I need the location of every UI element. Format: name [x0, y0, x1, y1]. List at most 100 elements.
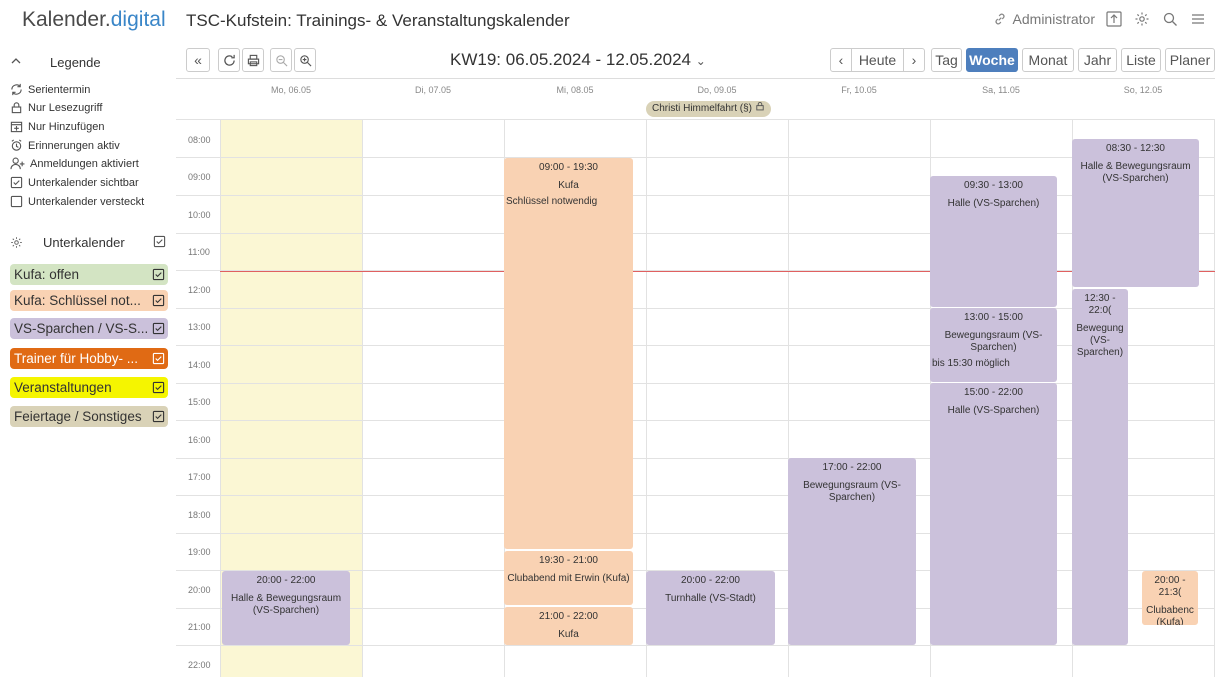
next-button[interactable]: › — [903, 48, 925, 72]
event[interactable]: 08:30 - 12:30 Halle & Bewegungsraum (VS-… — [1072, 139, 1199, 287]
view-label: Monat — [1028, 52, 1068, 68]
hour-label: 22:00 — [188, 660, 211, 670]
prev-button[interactable]: ‹ — [830, 48, 852, 72]
subcalendar-title: Unterkalender — [43, 234, 125, 250]
event[interactable]: 09:30 - 13:00 Halle (VS-Sparchen) — [930, 176, 1057, 307]
checkbox-checked-icon[interactable] — [152, 381, 165, 394]
event[interactable]: 17:00 - 22:00 Bewegungsraum (VS-Sparchen… — [788, 458, 916, 645]
double-chevron-left-icon[interactable]: « — [186, 48, 210, 72]
subcalendar-label: Kufa: offen — [14, 267, 80, 282]
legend-header[interactable]: Legende — [10, 52, 170, 72]
settings-icon[interactable] — [10, 236, 23, 249]
allday-event[interactable]: Christi Himmelfahrt (§) — [646, 101, 771, 117]
toggle-all-checkbox[interactable] — [153, 235, 166, 248]
search-icon[interactable] — [1161, 10, 1179, 28]
view-tag[interactable]: Tag — [931, 48, 962, 72]
event[interactable]: 15:00 - 22:00 Halle (VS-Sparchen) — [930, 383, 1057, 645]
event[interactable]: 20:00 - 21:3( Clubabenc (Kufa) — [1142, 571, 1198, 625]
view-woche[interactable]: Woche — [966, 48, 1018, 72]
view-label: Planer — [1169, 52, 1211, 68]
today-button[interactable]: Heute — [851, 48, 904, 72]
legend-label: Unterkalender versteckt — [28, 195, 145, 208]
event-title: Clubabend mit Erwin (Kufa) — [507, 573, 630, 584]
app-header: Kalender.digital TSC-Kufstein: Trainings… — [0, 0, 1215, 44]
day-header[interactable]: So, 12.05 — [1072, 85, 1214, 95]
event[interactable]: 20:00 - 22:00 Turnhalle (VS-Stadt) — [646, 571, 775, 645]
event-title: Turnhalle (VS-Stadt) — [665, 593, 756, 604]
day-header[interactable]: Fr, 10.05 — [788, 85, 930, 95]
subcalendar-veranstaltungen[interactable]: Veranstaltungen — [10, 377, 168, 398]
view-label: Woche — [969, 52, 1015, 68]
grid-line — [176, 645, 1215, 646]
subcalendar-feiertage[interactable]: Feiertage / Sonstiges — [10, 406, 168, 427]
legend-label: Nur Lesezugriff — [28, 101, 103, 114]
hour-label: 17:00 — [188, 472, 211, 482]
subcalendar-label: Trainer für Hobby- ... — [14, 351, 139, 366]
grid-line — [176, 308, 1215, 309]
app-logo[interactable]: Kalender.digital — [22, 8, 166, 32]
view-liste[interactable]: Liste — [1121, 48, 1161, 72]
event-title: Halle & Bewegungsraum (VS-Sparchen) — [230, 593, 342, 616]
checkbox-checked-icon[interactable] — [152, 268, 165, 281]
view-planer[interactable]: Planer — [1165, 48, 1215, 72]
checkbox-checked-icon — [10, 176, 23, 189]
calendar-plus-icon — [10, 121, 23, 133]
subcalendar-kufa-schluessel[interactable]: Kufa: Schlüssel not... — [10, 290, 168, 311]
export-icon[interactable] — [1105, 10, 1123, 28]
logo-main: Kalender. — [22, 8, 111, 31]
logo-accent: digital — [110, 8, 166, 31]
event[interactable]: 19:30 - 21:00 Clubabend mit Erwin (Kufa) — [504, 551, 633, 605]
subcalendar-kufa-offen[interactable]: Kufa: offen — [10, 264, 168, 285]
day-header[interactable]: Sa, 11.05 — [930, 85, 1072, 95]
chevron-up-icon[interactable] — [10, 55, 22, 70]
event-time: 09:00 - 19:30 — [539, 162, 598, 173]
event[interactable]: 20:00 - 22:00 Halle & Bewegungsraum (VS-… — [222, 571, 350, 645]
grid-line — [176, 533, 1215, 534]
legend-label: Anmeldungen aktiviert — [30, 157, 139, 170]
legend-item-repeat: Serientermin — [10, 83, 90, 96]
refresh-icon[interactable] — [218, 48, 240, 72]
event[interactable]: 09:00 - 19:30 Kufa Schlüssel notwendig — [504, 158, 633, 549]
legend-item-visible: Unterkalender sichtbar — [10, 176, 139, 189]
admin-link[interactable]: Administrator — [991, 10, 1095, 28]
hour-label: 20:00 — [188, 585, 211, 595]
legend-item-lock: Nur Lesezugriff — [10, 101, 102, 114]
grid-line — [362, 119, 363, 677]
event[interactable]: 13:00 - 15:00 Bewegungsraum (VS-Sparchen… — [930, 308, 1057, 382]
calendar-app: Kalender.digital TSC-Kufstein: Trainings… — [0, 0, 1215, 677]
day-header[interactable]: Mo, 06.05 — [220, 85, 362, 95]
zoom-out-icon[interactable] — [270, 48, 292, 72]
print-icon[interactable] — [242, 48, 264, 72]
week-grid: Mo, 06.05 Di, 07.05 Mi, 08.05 Do, 09.05 … — [176, 78, 1215, 677]
checkbox-checked-icon[interactable] — [152, 294, 165, 307]
view-monat[interactable]: Monat — [1022, 48, 1074, 72]
checkbox-checked-icon[interactable] — [152, 410, 165, 423]
zoom-in-icon[interactable] — [294, 48, 316, 72]
event[interactable]: 12:30 - 22:0( Bewegung (VS-Sparchen) — [1072, 289, 1128, 645]
day-header[interactable]: Mi, 08.05 — [504, 85, 646, 95]
event-time: 17:00 - 22:00 — [822, 462, 882, 473]
day-header[interactable]: Di, 07.05 — [362, 85, 504, 95]
subcalendar-trainer[interactable]: Trainer für Hobby- ... — [10, 348, 168, 369]
event-title: Clubabenc (Kufa) — [1146, 605, 1194, 625]
chevron-down-icon: ⌄ — [695, 54, 706, 68]
event-title: Kufa — [558, 629, 579, 640]
view-jahr[interactable]: Jahr — [1078, 48, 1117, 72]
event[interactable]: 21:00 - 22:00 Kufa — [504, 607, 633, 645]
day-header[interactable]: Do, 09.05 — [646, 85, 788, 95]
hour-label: 19:00 — [188, 547, 211, 557]
current-time-line — [220, 271, 1215, 272]
week-selector[interactable]: KW19: 06.05.2024 - 12.05.2024 ⌄ — [450, 50, 706, 70]
event-time: 20:00 - 22:00 — [681, 575, 740, 586]
menu-icon[interactable] — [1189, 10, 1207, 28]
legend-title: Legende — [50, 54, 101, 70]
subcalendar-vs-sparchen[interactable]: VS-Sparchen / VS-S... — [10, 318, 168, 339]
checkbox-checked-icon[interactable] — [152, 352, 165, 365]
checkbox-checked-icon[interactable] — [152, 322, 165, 335]
event-title: Halle (VS-Sparchen) — [947, 405, 1040, 416]
subcalendar-label: Feiertage / Sonstiges — [14, 409, 142, 424]
event-title: Bewegung (VS-Sparchen) — [1076, 323, 1124, 358]
subcalendar-label: Veranstaltungen — [14, 380, 112, 395]
lock-icon — [11, 102, 22, 114]
settings-icon[interactable] — [1133, 10, 1151, 28]
